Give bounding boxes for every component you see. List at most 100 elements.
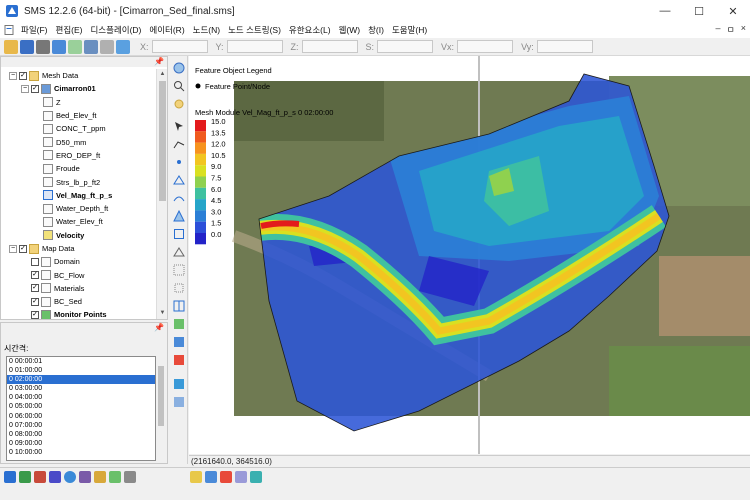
zoom-tool-icon[interactable] — [173, 80, 185, 92]
quad-element-icon[interactable] — [173, 228, 185, 240]
checkbox[interactable]: ✓ — [19, 71, 27, 80]
settings-icon[interactable] — [100, 39, 114, 54]
doc-close-button[interactable]: × — [741, 23, 746, 36]
tree-node-dataset[interactable]: Z — [1, 96, 155, 109]
new-document-icon[interactable] — [68, 39, 82, 54]
coord-y-field[interactable] — [226, 40, 283, 53]
save-icon[interactable] — [20, 39, 34, 54]
map-icon[interactable] — [109, 471, 121, 483]
time-step-item[interactable]: 0 05:00:00 — [7, 402, 155, 411]
dotted-grid-icon[interactable] — [173, 264, 185, 276]
toggle-icon[interactable] — [173, 354, 185, 366]
model-icon[interactable] — [124, 471, 136, 483]
scroll-thumb[interactable] — [159, 81, 166, 201]
time-step-item[interactable]: 0 06:00:00 — [7, 412, 155, 421]
tree-node-coverage[interactable]: ✓ BC_Sed — [1, 295, 155, 308]
frame-icon[interactable] — [205, 471, 217, 483]
menu-web[interactable]: 웹(W) — [335, 24, 365, 36]
tree-node-coverage-active[interactable]: ✓ Monitor Points — [1, 308, 155, 319]
scatter-icon[interactable] — [34, 471, 46, 483]
checkbox[interactable]: ✓ — [19, 244, 27, 253]
checkbox[interactable] — [31, 257, 39, 266]
contour-options-icon[interactable] — [173, 318, 185, 330]
dotted-selection-icon[interactable] — [173, 282, 185, 294]
tree-node-dataset[interactable]: Water_Elev_ft — [1, 215, 155, 228]
menu-nodes[interactable]: 노드(N) — [189, 24, 224, 36]
tree-node-dataset[interactable]: Water_Depth_ft — [1, 202, 155, 215]
checkbox[interactable]: ✓ — [31, 297, 39, 306]
cartesian-grid-icon[interactable] — [19, 471, 31, 483]
collapse-icon[interactable]: − — [9, 71, 17, 80]
bc-icon[interactable] — [190, 471, 202, 483]
time-step-item[interactable]: 0 03:00:00 — [7, 384, 155, 393]
particle-icon[interactable] — [79, 471, 91, 483]
collapse-icon[interactable]: − — [9, 244, 17, 253]
menu-help[interactable]: 도움말(H) — [388, 24, 431, 36]
coord-vy-field[interactable] — [536, 40, 593, 53]
tree-node-dataset[interactable]: Froude — [1, 162, 155, 175]
triangle-element-icon[interactable] — [173, 174, 185, 186]
time-step-item[interactable]: 0 04:00:00 — [7, 393, 155, 402]
coord-s-field[interactable] — [377, 40, 434, 53]
pin-icon[interactable]: 📌 — [154, 57, 164, 66]
time-step-item[interactable]: 0 00:00:01 — [7, 357, 155, 366]
mesh-module-icon[interactable] — [173, 396, 185, 408]
menu-display[interactable]: 디스플레이(D) — [86, 24, 145, 36]
triangle-outline-icon[interactable] — [173, 246, 185, 258]
tree-node-cimarron01[interactable]: − ✓ Cimarron01 — [1, 82, 155, 95]
tree-node-dataset[interactable]: Bed_Elev_ft — [1, 109, 155, 122]
minimize-button[interactable]: — — [648, 0, 682, 22]
tree-node-coverage[interactable]: ✓ Materials — [1, 282, 155, 295]
time-steps-list[interactable]: 0 00:00:01 0 01:00:00 0 02:00:00 0 03:00… — [6, 356, 156, 461]
grid-icon[interactable] — [220, 471, 232, 483]
element-select-icon[interactable] — [173, 210, 185, 222]
scatter-module-icon[interactable] — [173, 378, 185, 390]
tree-scrollbar[interactable]: ▲ ▼ — [156, 69, 167, 319]
time-step-item[interactable]: 0 08:00:00 — [7, 430, 155, 439]
doc-minimize-button[interactable]: – — [715, 23, 720, 36]
time-step-item[interactable]: 0 07:00:00 — [7, 421, 155, 430]
zoom-icon[interactable] — [84, 39, 98, 54]
rotate-tool-icon[interactable] — [173, 98, 185, 110]
tree-node-dataset[interactable]: Strs_lb_p_ft2 — [1, 175, 155, 188]
time-list-scrollbar[interactable] — [156, 356, 166, 461]
print-icon[interactable] — [36, 39, 50, 54]
open-icon[interactable] — [4, 39, 18, 54]
tree-node-dataset-active[interactable]: Vel_Mag_ft_p_s — [1, 189, 155, 202]
select-node-icon[interactable] — [173, 120, 185, 132]
coord-z-field[interactable] — [301, 40, 358, 53]
checkbox[interactable]: ✓ — [31, 271, 39, 280]
menu-file[interactable]: 파일(F) — [17, 24, 52, 36]
time-step-item[interactable]: 0 10:00:00 — [7, 448, 155, 457]
time-step-item[interactable]: 0 01:00:00 — [7, 366, 155, 375]
doc-restore-button[interactable]: ㅁ — [726, 23, 734, 36]
tree-node-map-data[interactable]: − ✓ Map Data — [1, 242, 155, 255]
tree-node-velocity[interactable]: Velocity — [1, 229, 155, 242]
close-button[interactable]: ✕ — [716, 0, 750, 22]
menu-edit[interactable]: 편집(E) — [52, 24, 87, 36]
pin-icon[interactable]: 📌 — [154, 323, 164, 332]
display-options-icon[interactable] — [235, 471, 247, 483]
scroll-thumb[interactable] — [158, 366, 164, 426]
maximize-button[interactable]: ☐ — [682, 0, 716, 22]
select-nodestring-icon[interactable] — [173, 138, 185, 150]
pan-tool-icon[interactable] — [173, 62, 185, 74]
checkbox[interactable]: ✓ — [31, 310, 39, 319]
map-view[interactable]: Feature Object Legend Feature Point/Node… — [189, 56, 750, 454]
contour-icon[interactable] — [250, 471, 262, 483]
tree-node-mesh-data[interactable]: − ✓ Mesh Data — [1, 69, 155, 82]
coord-vx-field[interactable] — [457, 40, 514, 53]
tree-node-dataset[interactable]: ERO_DEP_ft — [1, 149, 155, 162]
frame-icon[interactable] — [116, 39, 130, 54]
checkbox[interactable]: ✓ — [31, 284, 39, 293]
tree-node-coverage[interactable]: Domain — [1, 255, 155, 268]
menu-elements[interactable]: 유한요소(L) — [285, 24, 335, 36]
globe-icon[interactable] — [64, 471, 76, 483]
scroll-down-icon[interactable]: ▼ — [157, 308, 167, 319]
delete-icon[interactable] — [52, 39, 66, 54]
tree-node-dataset[interactable]: D50_mm — [1, 135, 155, 148]
map-module-icon[interactable] — [173, 336, 185, 348]
annotation-icon[interactable] — [94, 471, 106, 483]
menu-data[interactable]: 에이터(R) — [145, 24, 188, 36]
tree-node-coverage[interactable]: ✓ BC_Flow — [1, 268, 155, 281]
